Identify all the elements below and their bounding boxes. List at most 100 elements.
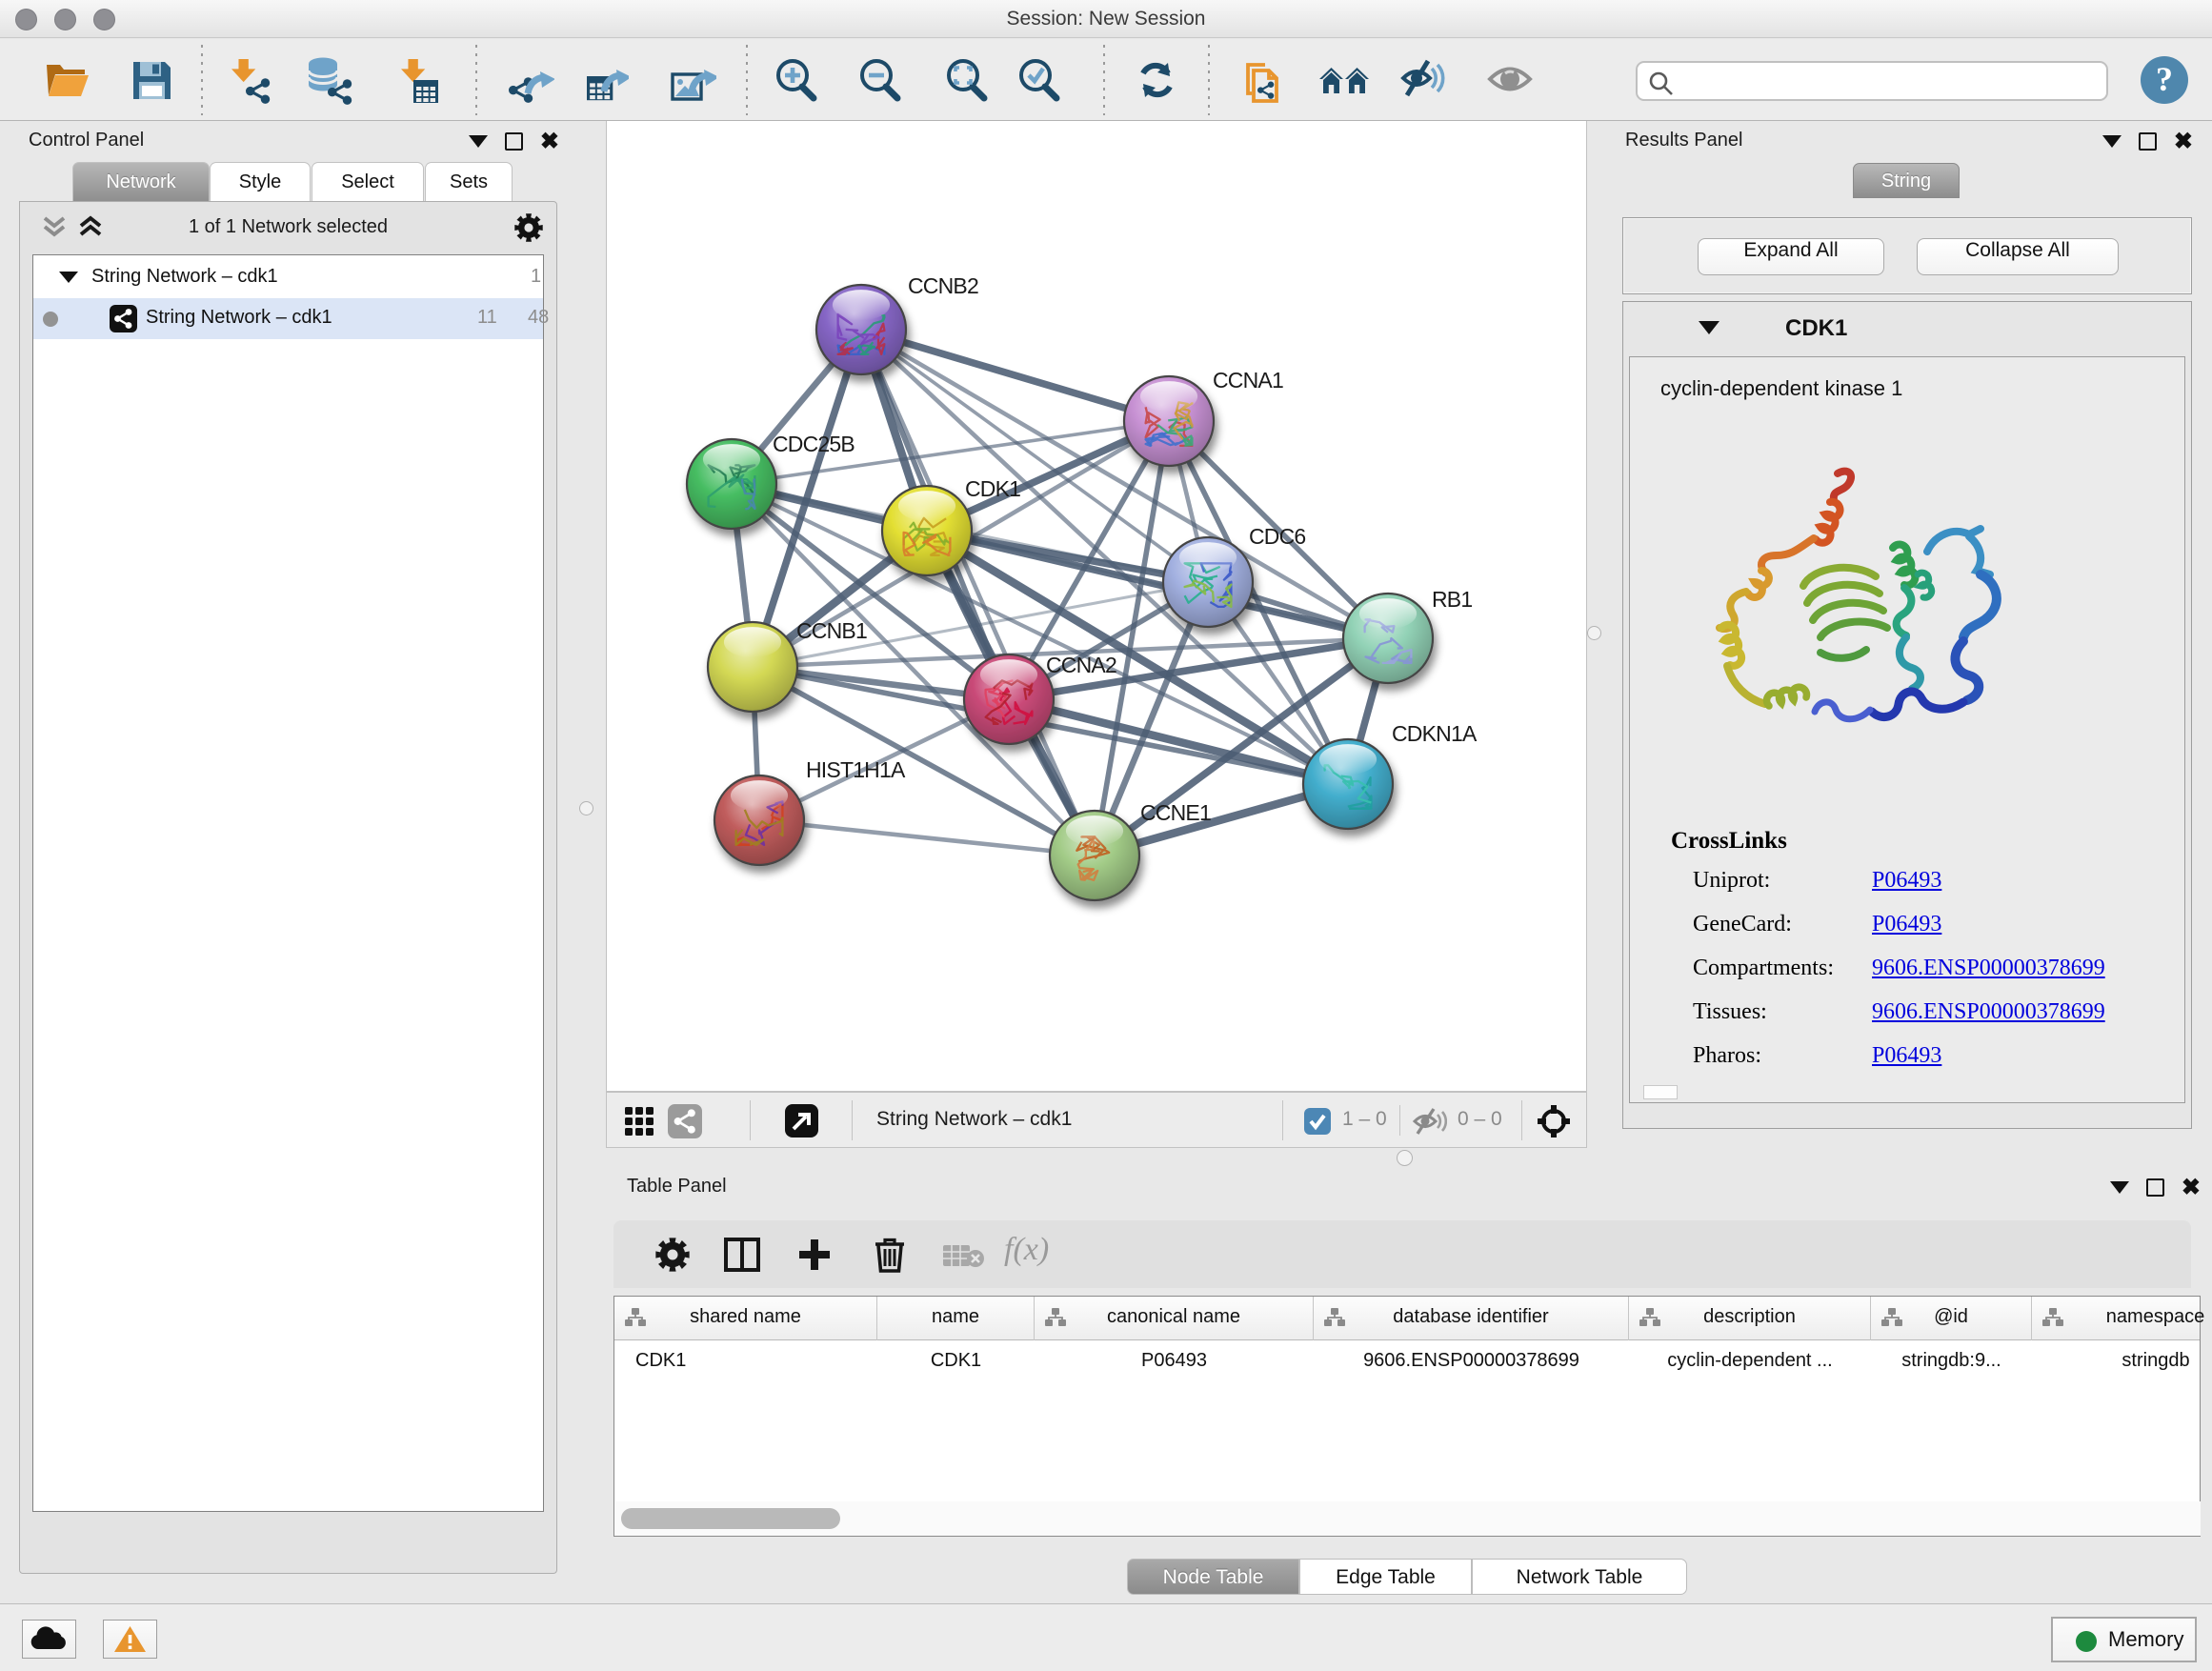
network-options-gear-icon[interactable] [514,213,543,242]
control-panel-close-icon[interactable]: ✖ [540,132,559,151]
table-cell[interactable]: 9606.ENSP00000378699 [1314,1350,1629,1372]
edge-CCNB2-RB1[interactable] [861,330,1388,638]
table-panel-close-icon[interactable]: ✖ [2182,1178,2201,1197]
table-horizontal-scrollbar[interactable] [615,1501,2201,1536]
results-panel-menu-icon[interactable] [2102,135,2122,148]
node-CCNA2[interactable]: CCNA2 [964,653,1116,744]
node-CCNE1[interactable]: CCNE1 [1050,800,1211,900]
toggle-panes-icon[interactable] [724,1237,760,1273]
tab-select[interactable]: Select [312,162,424,201]
crosslink-value-link[interactable]: 9606.ENSP00000378699 [1872,999,2105,1025]
export-image-icon[interactable] [667,55,716,105]
hide-selected-icon[interactable] [1399,55,1449,105]
control-panel-menu-icon[interactable] [469,135,488,148]
crosslink-value-link[interactable]: P06493 [1872,1043,1941,1069]
crosslink-value-link[interactable]: P06493 [1872,868,1941,894]
table-panel-menu-icon[interactable] [2110,1181,2129,1194]
toolbar-separator [1103,45,1105,115]
inner-scrollbar-thumb[interactable] [1643,1085,1678,1099]
delete-table-icon[interactable] [943,1243,985,1268]
tab-node-table[interactable]: Node Table [1127,1559,1299,1595]
table-cell[interactable]: stringdb:9... [1871,1350,2032,1372]
cloud-button[interactable] [22,1620,76,1659]
table-cell[interactable]: CDK1 [635,1350,686,1372]
table-cell[interactable]: CDK1 [877,1350,1035,1372]
import-network-from-file-icon[interactable] [223,55,272,105]
tab-style[interactable]: Style [210,162,311,201]
hidden-eye-icon[interactable] [1413,1108,1447,1135]
scrollbar-thumb[interactable] [621,1508,840,1529]
table-cell[interactable]: stringdb [2032,1350,2212,1372]
zoom-fit-content-icon[interactable] [942,55,992,105]
column-header-database-identifier[interactable]: database identifier [1314,1297,1629,1340]
zoom-out-icon[interactable] [855,55,905,105]
birdseye-grid-icon[interactable] [624,1106,654,1137]
open-in-new-window-icon[interactable] [784,1103,819,1138]
entry-description: cyclin-dependent kinase 1 [1660,376,1902,401]
tab-network[interactable]: Network [72,162,210,201]
open-file-icon[interactable] [42,55,91,105]
tab-sets[interactable]: Sets [425,162,513,201]
memory-button[interactable]: Memory [2051,1617,2197,1662]
import-network-from-database-icon[interactable] [303,55,352,105]
column-header-@id[interactable]: @id [1871,1297,2032,1340]
column-header-namespace[interactable]: namespace [2032,1297,2212,1340]
delete-column-icon[interactable] [873,1236,907,1274]
app-statusbar: Memory [0,1603,2212,1671]
tab-string[interactable]: String [1853,163,1960,198]
bottom-splitter-handle[interactable] [1397,1150,1413,1166]
warning-icon [104,1621,156,1658]
add-column-icon[interactable] [796,1237,833,1273]
node-HIST1H1A[interactable]: HIST1H1A [714,757,906,865]
network-row-selected[interactable]: String Network – cdk1 11 48 [33,298,543,339]
copy-network-icon[interactable] [1237,55,1287,105]
collection-expand-icon[interactable] [58,270,79,285]
results-entry-header[interactable]: CDK1 [1623,302,2191,356]
warning-button[interactable] [103,1620,157,1659]
column-header-canonical-name[interactable]: canonical name [1035,1297,1314,1340]
birdseye-view-icon[interactable] [1536,1103,1572,1139]
export-network-icon[interactable] [505,55,554,105]
first-neighbors-icon[interactable] [1319,55,1369,105]
network-view-canvas[interactable]: CCNB2 CCNA1 CDC25B CDK1 CDC6 [606,121,1587,1092]
memory-status-dot [2076,1631,2097,1652]
node-CCNA1[interactable]: CCNA1 [1124,368,1283,466]
help-icon[interactable]: ? [2140,55,2189,105]
network-collection-row[interactable]: String Network – cdk1 1 [33,257,543,298]
table-panel-float-icon[interactable] [2146,1178,2164,1197]
control-panel-float-icon[interactable] [505,132,523,151]
import-table-from-file-icon[interactable] [392,55,442,105]
selected-checkbox-icon[interactable] [1303,1107,1332,1136]
table-cell[interactable]: cyclin-dependent ... [1629,1350,1871,1372]
function-builder-icon[interactable]: f(x) [1004,1232,1049,1268]
column-header-description[interactable]: description [1629,1297,1871,1340]
column-header-shared-name[interactable]: shared name [614,1297,877,1340]
table-options-gear-icon[interactable] [655,1238,690,1272]
network-graph[interactable]: CCNB2 CCNA1 CDC25B CDK1 CDC6 [607,121,1586,1090]
entry-collapse-icon[interactable] [1699,321,1719,334]
zoom-in-icon[interactable] [772,55,821,105]
results-panel-close-icon[interactable]: ✖ [2174,132,2193,151]
node-CDK1[interactable]: CDK1 [882,476,1020,575]
tab-edge-table[interactable]: Edge Table [1299,1559,1472,1595]
hidden-count: 0 – 0 [1458,1108,1502,1131]
export-table-icon[interactable] [579,55,629,105]
search-input[interactable] [1636,61,2108,101]
crosslink-value-link[interactable]: 9606.ENSP00000378699 [1872,956,2105,981]
left-splitter-handle[interactable] [579,801,593,815]
share-view-icon[interactable] [668,1104,702,1138]
node-RB1[interactable]: RB1 [1343,587,1472,683]
zoom-selected-icon[interactable] [1015,55,1064,105]
crosslink-value-link[interactable]: P06493 [1872,912,1941,937]
collapse-all-button[interactable]: Collapse All [1917,238,2119,275]
show-all-icon[interactable] [1486,55,1536,105]
results-panel-float-icon[interactable] [2139,132,2157,151]
refresh-view-icon[interactable] [1132,55,1181,105]
tab-network-table[interactable]: Network Table [1472,1559,1687,1595]
right-splitter-handle[interactable] [1587,626,1601,640]
column-header-name[interactable]: name [877,1297,1035,1340]
save-session-icon[interactable] [127,55,176,105]
expand-all-button[interactable]: Expand All [1698,238,1884,275]
table-cell[interactable]: P06493 [1035,1350,1314,1372]
node-CDKN1A[interactable]: CDKN1A [1303,721,1478,829]
